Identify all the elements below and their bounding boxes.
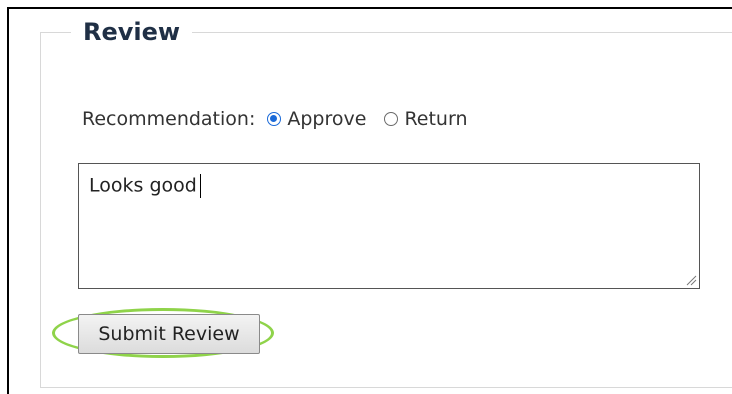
radio-return[interactable]: Return [384, 108, 468, 130]
recommendation-row: Recommendation: Approve Return [82, 108, 486, 130]
radio-approve[interactable]: Approve [267, 108, 366, 130]
comment-textarea[interactable]: Looks good [78, 163, 700, 289]
radio-approve-circle-icon[interactable] [267, 112, 282, 126]
radio-return-label[interactable]: Return [404, 108, 467, 130]
review-legend: Review [83, 18, 181, 46]
radio-approve-label[interactable]: Approve [287, 108, 366, 130]
comment-text: Looks good [89, 174, 197, 197]
recommendation-label: Recommendation: [82, 108, 256, 130]
resize-grip-icon[interactable] [685, 274, 697, 286]
submit-review-button[interactable]: Submit Review [78, 314, 260, 354]
radio-return-circle-icon[interactable] [384, 112, 399, 126]
text-caret [199, 174, 202, 198]
